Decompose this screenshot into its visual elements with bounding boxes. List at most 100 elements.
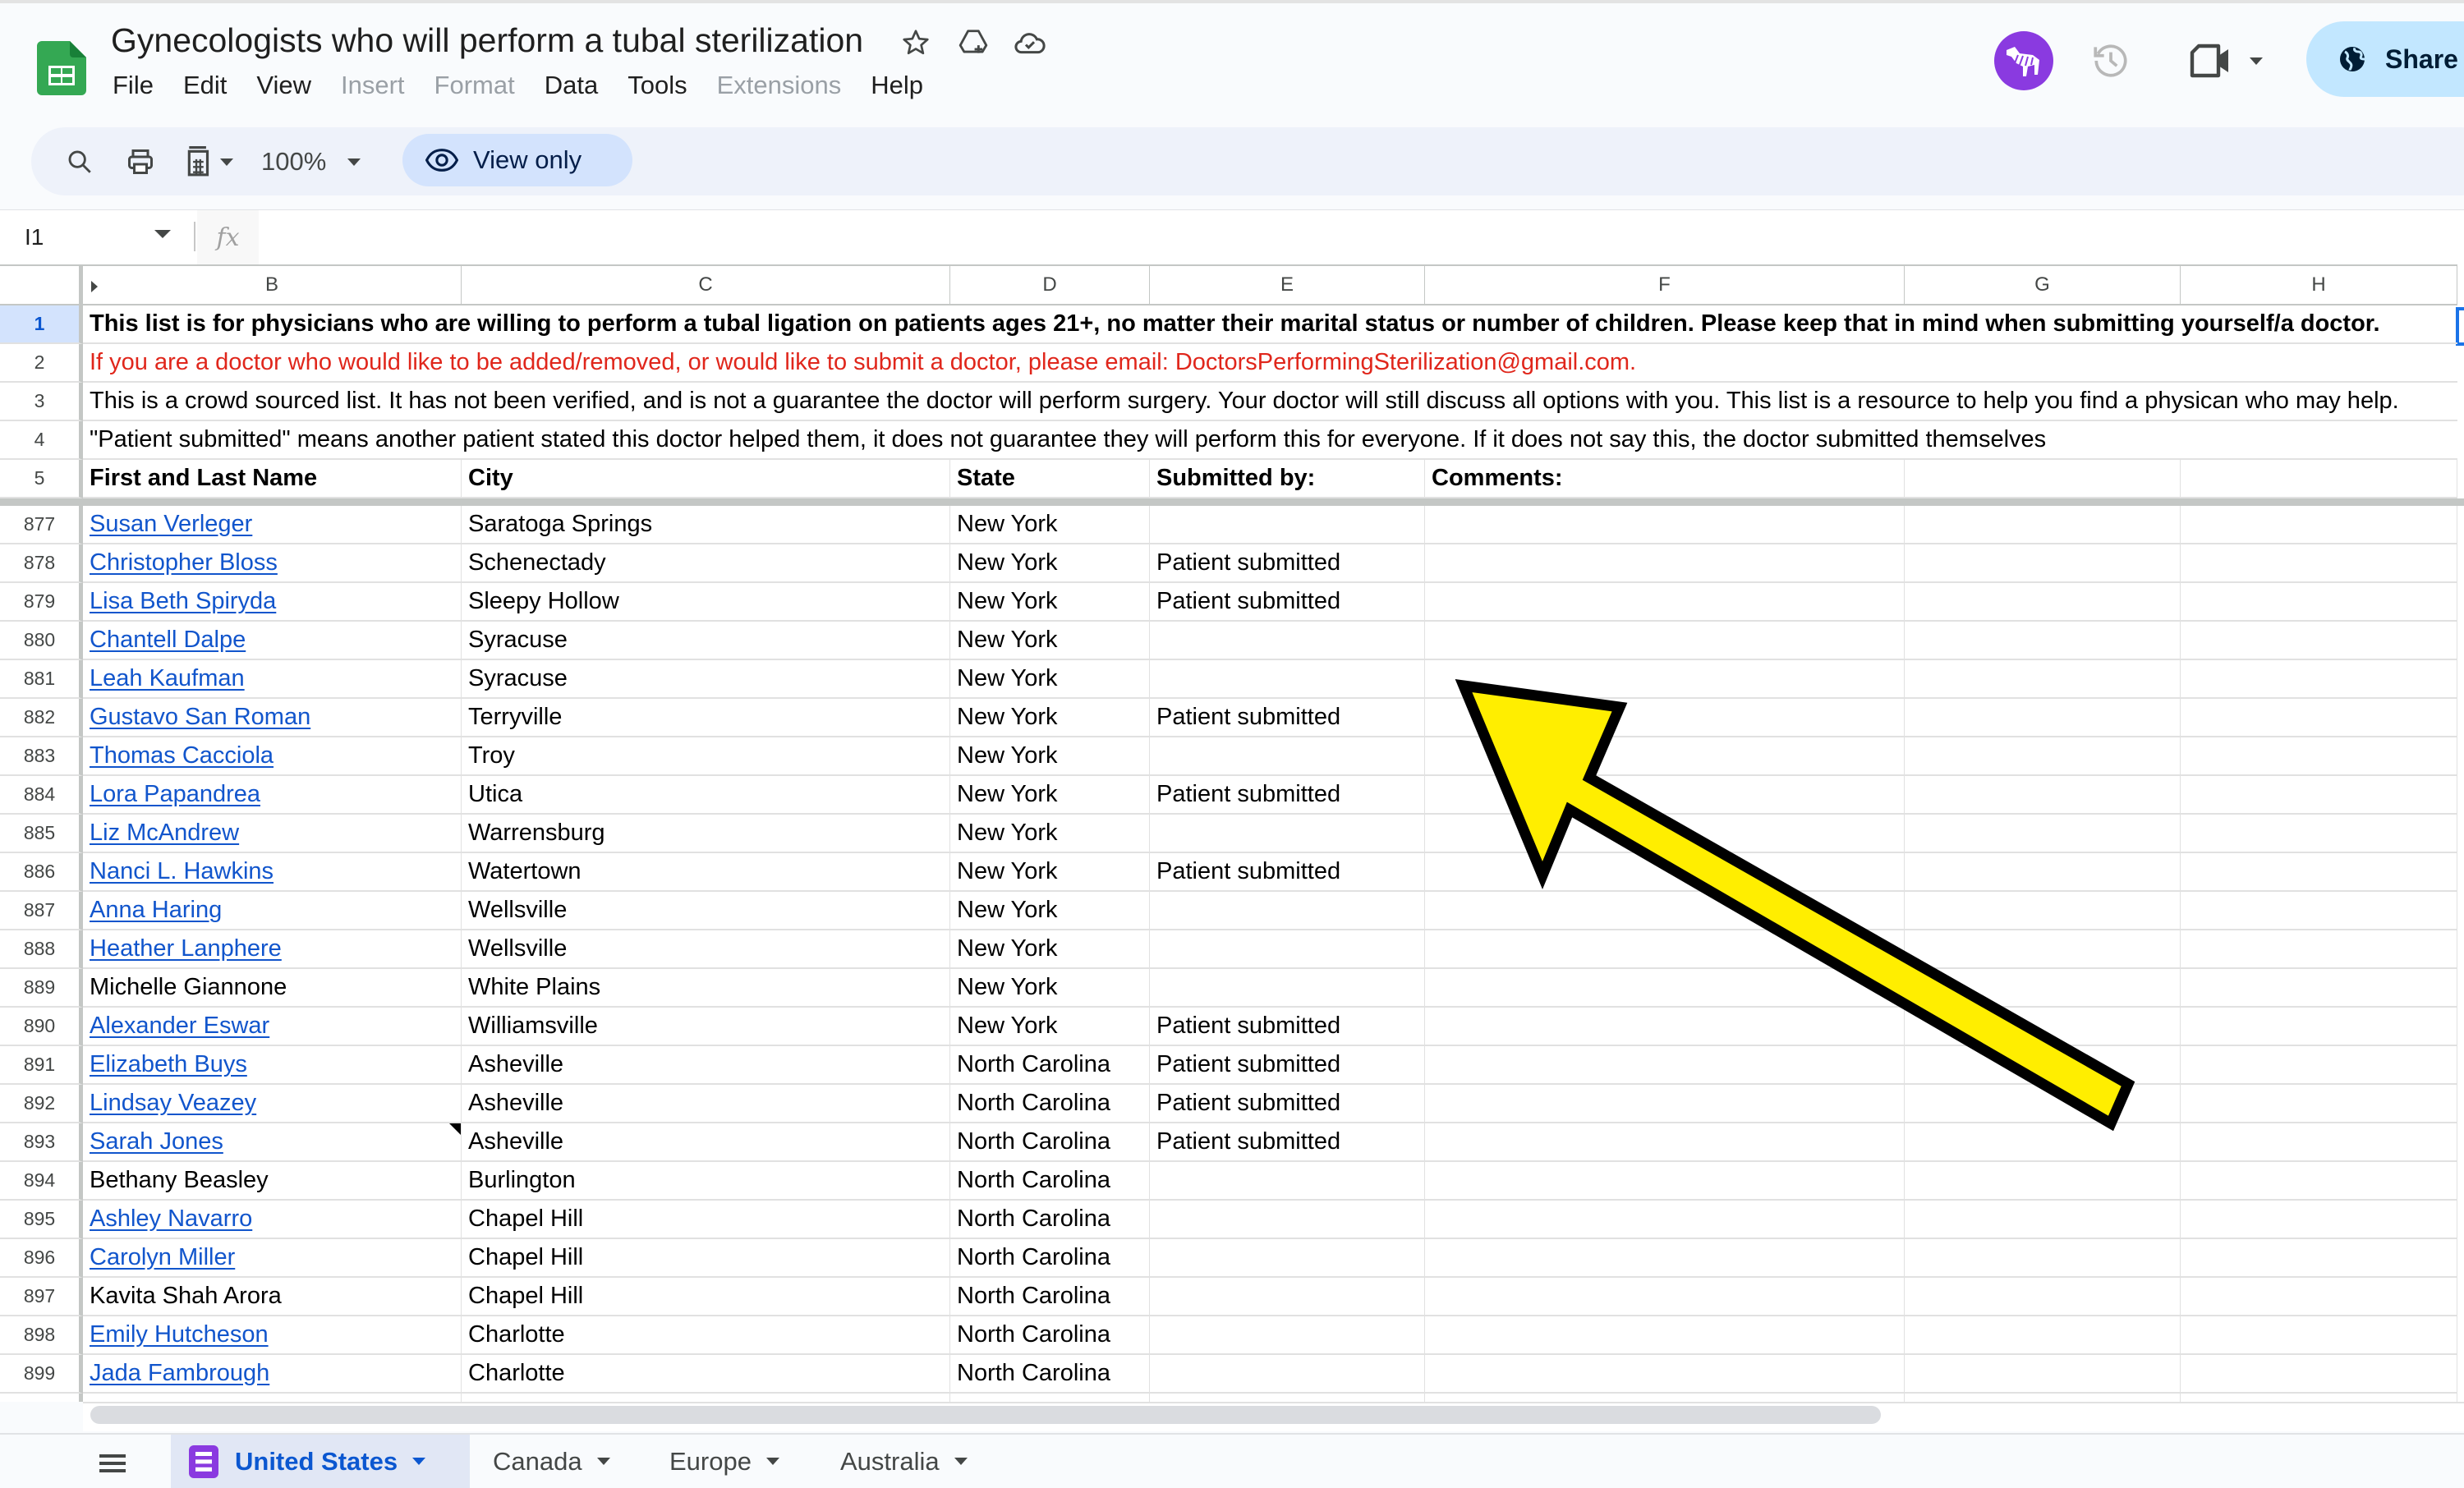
empty-cell[interactable] xyxy=(1425,1008,1905,1046)
empty-cell[interactable] xyxy=(1905,737,2181,776)
row-number[interactable]: 879 xyxy=(0,583,83,622)
header-cell[interactable] xyxy=(2181,460,2457,498)
city-cell[interactable]: Syracuse xyxy=(462,660,950,699)
state-cell[interactable]: New York xyxy=(950,699,1150,737)
name-cell[interactable]: Kavita Shah Arora xyxy=(83,1278,462,1316)
name-cell[interactable]: Susan Verleger xyxy=(83,506,462,544)
doctor-name-link[interactable]: Anna Haring xyxy=(90,897,222,924)
name-cell[interactable]: Jada Fambrough xyxy=(83,1355,462,1394)
state-cell[interactable]: New York xyxy=(950,892,1150,930)
state-cell[interactable]: North Carolina xyxy=(950,1162,1150,1201)
empty-cell[interactable] xyxy=(1425,1201,1905,1239)
name-cell[interactable]: Nanci L. Hawkins xyxy=(83,853,462,892)
city-cell[interactable]: Watertown xyxy=(462,853,950,892)
doctor-name-link[interactable]: Ashley Navarro xyxy=(90,1206,252,1233)
document-title[interactable]: Gynecologists who will perform a tubal s… xyxy=(111,21,863,60)
empty-cell[interactable] xyxy=(1905,1355,2181,1394)
state-cell[interactable]: New York xyxy=(950,737,1150,776)
submitted-by-cell[interactable] xyxy=(1150,930,1425,969)
state-cell[interactable]: North Carolina xyxy=(950,1123,1150,1162)
sheet-tab-caret-icon[interactable] xyxy=(954,1458,968,1465)
select-all-sheets-button[interactable] xyxy=(177,141,242,182)
column-header-h[interactable]: H xyxy=(2181,264,2457,305)
row-number[interactable]: 898 xyxy=(0,1316,83,1355)
header-cell[interactable]: State xyxy=(950,460,1150,498)
user-avatar[interactable] xyxy=(1994,31,2053,90)
city-cell[interactable]: Chapel Hill xyxy=(462,1201,950,1239)
doctor-name-link[interactable]: Susan Verleger xyxy=(90,511,252,538)
name-cell[interactable]: Gustavo San Roman xyxy=(83,699,462,737)
state-cell[interactable]: North Carolina xyxy=(950,1239,1150,1278)
empty-cell[interactable] xyxy=(2181,1046,2457,1085)
google-sheets-logo[interactable] xyxy=(37,41,86,95)
city-cell[interactable]: Wellsville xyxy=(462,892,950,930)
empty-cell[interactable] xyxy=(1905,1394,2181,1402)
submitted-by-cell[interactable] xyxy=(1150,506,1425,544)
empty-cell[interactable] xyxy=(1425,544,1905,583)
name-cell[interactable]: Leah Kaufman xyxy=(83,660,462,699)
submitted-by-cell[interactable] xyxy=(1150,1278,1425,1316)
empty-cell[interactable] xyxy=(1905,1201,2181,1239)
cell-note-indicator[interactable] xyxy=(449,1123,461,1135)
row-number[interactable]: 880 xyxy=(0,622,83,660)
search-menus-button[interactable] xyxy=(59,141,100,182)
empty-cell[interactable] xyxy=(1425,930,1905,969)
doctor-name-link[interactable]: Christopher Bloss xyxy=(90,549,278,576)
empty-cell[interactable] xyxy=(2181,1201,2457,1239)
all-sheets-button[interactable] xyxy=(94,1447,131,1480)
city-cell[interactable]: Troy xyxy=(462,737,950,776)
column-header-f[interactable]: F xyxy=(1425,264,1905,305)
city-cell[interactable]: Chapel Hill xyxy=(462,1239,950,1278)
empty-cell[interactable] xyxy=(1905,1162,2181,1201)
empty-cell[interactable] xyxy=(1425,622,1905,660)
city-cell[interactable]: White Plains xyxy=(462,969,950,1008)
empty-cell[interactable] xyxy=(1905,930,2181,969)
state-cell[interactable]: North Carolina xyxy=(950,1316,1150,1355)
doctor-name-link[interactable]: Lora Papandrea xyxy=(90,781,260,808)
header-cell[interactable]: First and Last Name xyxy=(83,460,462,498)
city-cell[interactable]: Charlotte xyxy=(462,1355,950,1394)
empty-cell[interactable] xyxy=(1905,660,2181,699)
empty-cell[interactable] xyxy=(1425,660,1905,699)
empty-cell[interactable] xyxy=(1905,969,2181,1008)
menu-file[interactable]: File xyxy=(113,71,154,100)
empty-cell[interactable] xyxy=(1425,1394,1905,1402)
empty-cell[interactable] xyxy=(1425,1162,1905,1201)
doctor-name-link[interactable]: Leah Kaufman xyxy=(90,665,245,692)
empty-cell[interactable] xyxy=(2181,1008,2457,1046)
empty-cell[interactable] xyxy=(2181,1316,2457,1355)
doctor-name-link[interactable]: Jada Fambrough xyxy=(90,1360,269,1387)
empty-cell[interactable] xyxy=(1425,506,1905,544)
empty-cell[interactable] xyxy=(2181,892,2457,930)
notice-cell[interactable]: If you are a doctor who would like to be… xyxy=(83,344,2457,383)
menu-data[interactable]: Data xyxy=(545,71,598,100)
doctor-name-link[interactable]: Carolyn Miller xyxy=(90,1244,235,1271)
empty-cell[interactable] xyxy=(1425,815,1905,853)
name-cell[interactable]: Heather Lanphere xyxy=(83,930,462,969)
state-cell[interactable]: New York xyxy=(950,815,1150,853)
empty-cell[interactable] xyxy=(2181,1162,2457,1201)
name-cell[interactable]: Lisa Beth Spiryda xyxy=(83,583,462,622)
row-number[interactable]: 4 xyxy=(0,421,83,460)
row-number[interactable]: 5 xyxy=(0,460,83,498)
horizontal-scrollbar-thumb[interactable] xyxy=(90,1406,1881,1424)
empty-cell[interactable] xyxy=(1425,1355,1905,1394)
city-cell[interactable]: Asheville xyxy=(462,1085,950,1123)
zoom-select[interactable]: 100% xyxy=(261,141,361,182)
submitted-by-cell[interactable]: Patient submitted xyxy=(1150,853,1425,892)
row-number[interactable]: 885 xyxy=(0,815,83,853)
empty-cell[interactable] xyxy=(1905,892,2181,930)
sheet-tab-europe[interactable]: Europe xyxy=(653,1435,796,1488)
doctor-name-link[interactable]: Sarah Jones xyxy=(90,1128,223,1155)
empty-cell[interactable] xyxy=(2181,1123,2457,1162)
city-cell[interactable]: Asheville xyxy=(462,1046,950,1085)
empty-cell[interactable] xyxy=(1425,969,1905,1008)
state-cell[interactable]: North Carolina xyxy=(950,1355,1150,1394)
empty-cell[interactable] xyxy=(1905,583,2181,622)
name-cell[interactable]: Carolyn Miller xyxy=(83,1239,462,1278)
empty-cell[interactable] xyxy=(2181,1278,2457,1316)
empty-cell[interactable] xyxy=(1905,1085,2181,1123)
submitted-by-cell[interactable] xyxy=(1150,1316,1425,1355)
view-only-mode-button[interactable]: View only xyxy=(402,134,632,186)
column-header-d[interactable]: D xyxy=(950,264,1150,305)
